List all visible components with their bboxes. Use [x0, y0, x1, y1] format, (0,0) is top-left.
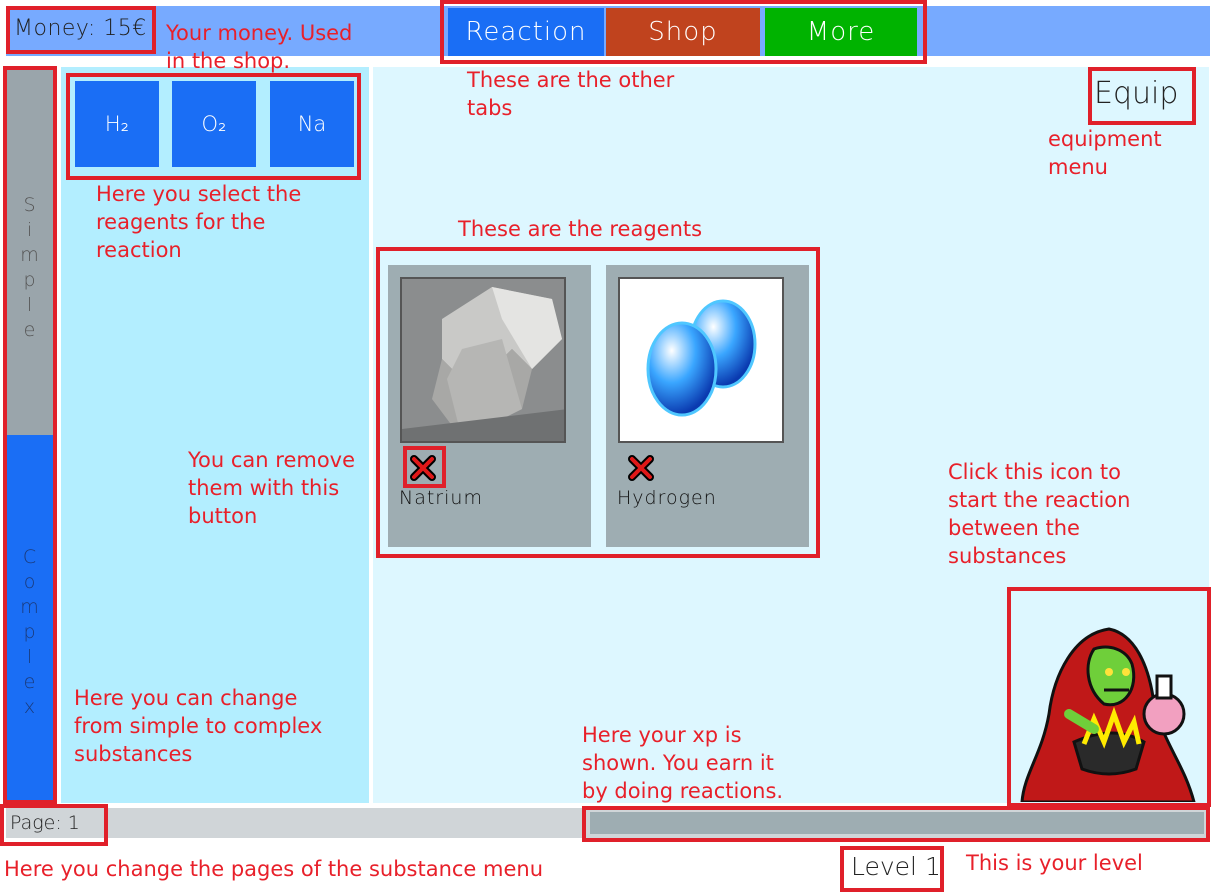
- annotation-money: Your money. Used in the shop.: [166, 21, 353, 73]
- annotation-pages: Here you change the pages of the substan…: [4, 857, 544, 881]
- annotation-select: Here you select the reagents for the rea…: [96, 182, 302, 262]
- highlight-tabs: [440, 0, 927, 64]
- annotation-tabs: These are the other tabs: [467, 68, 675, 120]
- highlight-xp: [582, 806, 1210, 842]
- highlight-substances: [66, 73, 361, 180]
- highlight-page: [0, 804, 108, 846]
- highlight-level: [840, 846, 944, 892]
- annotation-xp: Here your xp is shown. You earn it by do…: [582, 723, 784, 803]
- highlight-equip: [1088, 67, 1196, 125]
- highlight-reagents: [376, 247, 820, 558]
- annotation-equip: equipment menu: [1048, 127, 1162, 179]
- highlight-remove: [403, 446, 446, 488]
- annotation-reagents: These are the reagents: [458, 217, 703, 241]
- annotation-start: Click this icon to start the reaction be…: [948, 460, 1131, 568]
- annotation-level: This is your level: [966, 851, 1143, 875]
- annotation-toggle: Here you can change from simple to compl…: [74, 686, 323, 766]
- highlight-money: [6, 6, 156, 54]
- highlight-toggle: [3, 66, 57, 804]
- annotation-remove: You can remove them with this button: [188, 448, 356, 528]
- highlight-start: [1007, 587, 1211, 807]
